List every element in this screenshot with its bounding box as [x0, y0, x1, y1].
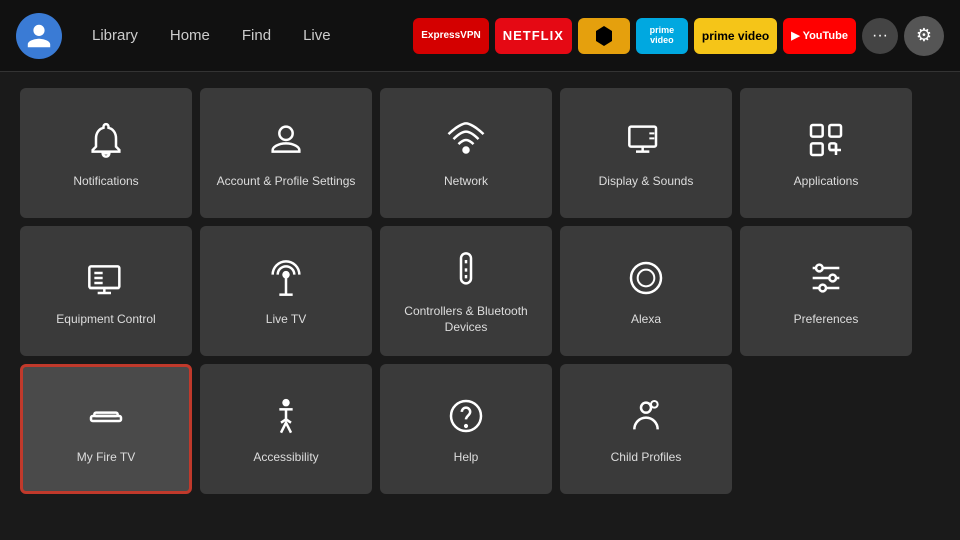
grid-row-1: Notifications Account & Profile Settings…	[20, 88, 940, 218]
more-apps-button[interactable]: ···	[862, 18, 898, 54]
nav-home[interactable]: Home	[156, 21, 224, 50]
tile-account-label: Account & Profile Settings	[209, 174, 364, 190]
tile-accessibility[interactable]: Accessibility	[200, 364, 372, 494]
remote-icon	[442, 246, 490, 294]
app-plex[interactable]	[578, 18, 630, 54]
tile-myfiretv-label: My Fire TV	[69, 450, 143, 466]
tile-display-label: Display & Sounds	[591, 174, 702, 190]
tile-childprofiles[interactable]: Child Profiles	[560, 364, 732, 494]
tile-childprofiles-label: Child Profiles	[603, 450, 690, 466]
antenna-icon	[262, 254, 310, 302]
wifi-icon	[442, 116, 490, 164]
tile-controllers-label: Controllers & Bluetooth Devices	[380, 304, 552, 335]
tile-alexa[interactable]: Alexa	[560, 226, 732, 356]
app-icons-bar: ExpressVPN NETFLIX primevideo prime vide…	[413, 16, 944, 56]
bell-icon	[82, 116, 130, 164]
tile-network-label: Network	[436, 174, 496, 190]
tile-network[interactable]: Network	[380, 88, 552, 218]
nav-live[interactable]: Live	[289, 21, 345, 50]
tile-preferences-label: Preferences	[786, 312, 867, 328]
apps-icon	[802, 116, 850, 164]
help-icon	[442, 392, 490, 440]
tile-equipment-label: Equipment Control	[48, 312, 163, 328]
person-icon	[262, 116, 310, 164]
tile-accessibility-label: Accessibility	[245, 450, 326, 466]
app-netflix[interactable]: NETFLIX	[495, 18, 572, 54]
nav-library[interactable]: Library	[78, 21, 152, 50]
alexa-icon	[622, 254, 670, 302]
tile-myfiretv[interactable]: My Fire TV	[20, 364, 192, 494]
tile-notifications-label: Notifications	[65, 174, 146, 190]
user-avatar[interactable]	[16, 13, 62, 59]
tile-controllers[interactable]: Controllers & Bluetooth Devices	[380, 226, 552, 356]
app-imdb[interactable]: prime video	[694, 18, 777, 54]
settings-grid: Notifications Account & Profile Settings…	[0, 72, 960, 510]
tile-livetv-label: Live TV	[258, 312, 314, 328]
tile-equipment[interactable]: Equipment Control	[20, 226, 192, 356]
tile-help[interactable]: Help	[380, 364, 552, 494]
settings-button[interactable]: ⚙	[904, 16, 944, 56]
app-expressvpn[interactable]: ExpressVPN	[413, 18, 488, 54]
topbar: Library Home Find Live ExpressVPN NETFLI…	[0, 0, 960, 72]
tile-preferences[interactable]: Preferences	[740, 226, 912, 356]
app-youtube[interactable]: ▶ YouTube	[783, 18, 856, 54]
display-icon	[622, 116, 670, 164]
tile-account[interactable]: Account & Profile Settings	[200, 88, 372, 218]
tile-notifications[interactable]: Notifications	[20, 88, 192, 218]
grid-row-2: Equipment Control Live TV	[20, 226, 940, 356]
tile-help-label: Help	[446, 450, 487, 466]
tile-applications-label: Applications	[786, 174, 867, 190]
tile-livetv[interactable]: Live TV	[200, 226, 372, 356]
tv-icon	[82, 254, 130, 302]
app-prime[interactable]: primevideo	[636, 18, 688, 54]
main-nav: Library Home Find Live	[78, 21, 345, 50]
accessibility-icon	[262, 392, 310, 440]
child-icon	[622, 392, 670, 440]
grid-row-3: My Fire TV Accessibility	[20, 364, 940, 494]
firetv-icon	[82, 392, 130, 440]
tile-alexa-label: Alexa	[623, 312, 669, 328]
nav-find[interactable]: Find	[228, 21, 285, 50]
tile-applications[interactable]: Applications	[740, 88, 912, 218]
tile-display[interactable]: Display & Sounds	[560, 88, 732, 218]
sliders-icon	[802, 254, 850, 302]
